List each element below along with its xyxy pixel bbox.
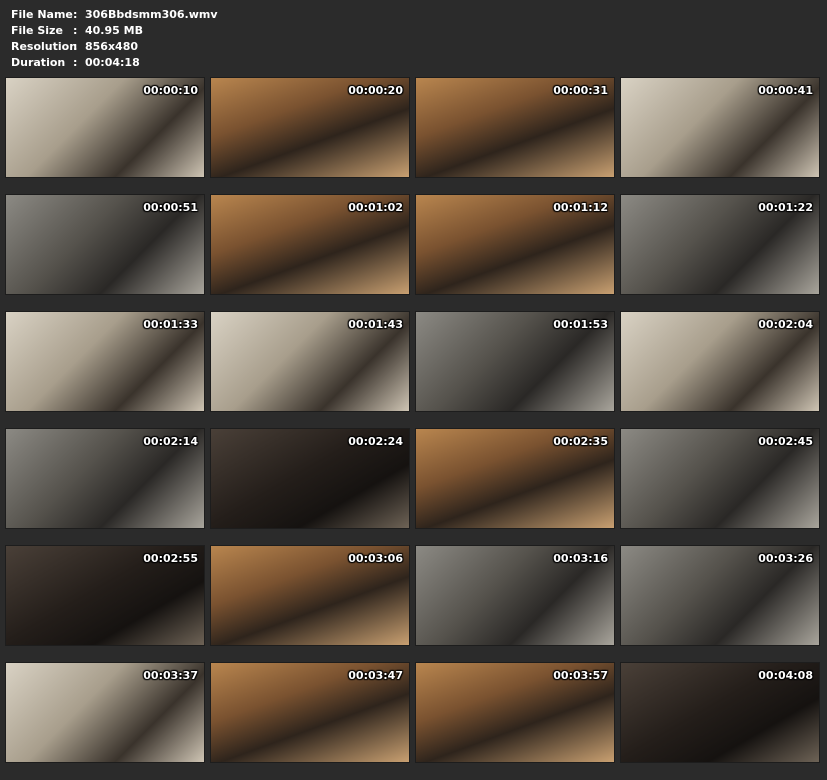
thumbnail-timestamp: 00:02:55	[143, 552, 198, 565]
video-thumbnail[interactable]: 00:04:08	[620, 662, 820, 763]
video-thumbnail[interactable]: 00:02:04	[620, 311, 820, 412]
duration-value: 00:04:18	[85, 56, 140, 69]
thumbnail-timestamp: 00:00:31	[553, 84, 608, 97]
video-thumbnail[interactable]: 00:00:20	[210, 77, 410, 178]
separator: :	[73, 40, 78, 53]
video-thumbnail[interactable]: 00:01:33	[5, 311, 205, 412]
thumbnail-timestamp: 00:01:33	[143, 318, 198, 331]
thumbnail-timestamp: 00:02:24	[348, 435, 403, 448]
file-size-label: File Size	[11, 24, 63, 37]
thumbnail-timestamp: 00:00:20	[348, 84, 403, 97]
thumbnail-timestamp: 00:01:22	[758, 201, 813, 214]
thumbnail-timestamp: 00:02:14	[143, 435, 198, 448]
thumbnail-timestamp: 00:01:53	[553, 318, 608, 331]
file-name-row: File Name : 306Bbdsmm306.wmv	[11, 7, 218, 23]
video-thumbnail[interactable]: 00:01:22	[620, 194, 820, 295]
resolution-row: Resolution : 856x480	[11, 39, 218, 55]
resolution-value: 856x480	[85, 40, 139, 53]
thumbnail-timestamp: 00:03:06	[348, 552, 403, 565]
thumbnail-timestamp: 00:00:51	[143, 201, 198, 214]
video-thumbnail[interactable]: 00:00:41	[620, 77, 820, 178]
resolution-label: Resolution	[11, 40, 78, 53]
video-thumbnail[interactable]: 00:01:53	[415, 311, 615, 412]
file-name-label: File Name	[11, 8, 73, 21]
video-thumbnail[interactable]: 00:00:51	[5, 194, 205, 295]
video-thumbnail[interactable]: 00:03:16	[415, 545, 615, 646]
thumbnail-grid: 00:00:10 00:00:20 00:00:31 00:00:41 00:00:51…	[5, 77, 821, 763]
video-thumbnail[interactable]: 00:03:37	[5, 662, 205, 763]
thumbnail-timestamp: 00:02:45	[758, 435, 813, 448]
video-thumbnail[interactable]: 00:00:10	[5, 77, 205, 178]
thumbnail-timestamp: 00:03:37	[143, 669, 198, 682]
thumbnail-timestamp: 00:01:02	[348, 201, 403, 214]
video-thumbnail[interactable]: 00:00:31	[415, 77, 615, 178]
thumbnail-timestamp: 00:03:47	[348, 669, 403, 682]
video-thumbnail[interactable]: 00:01:43	[210, 311, 410, 412]
video-thumbnail[interactable]: 00:03:26	[620, 545, 820, 646]
thumbnail-timestamp: 00:01:43	[348, 318, 403, 331]
video-thumbnail[interactable]: 00:02:55	[5, 545, 205, 646]
thumbnail-timestamp: 00:02:04	[758, 318, 813, 331]
video-thumbnail[interactable]: 00:03:47	[210, 662, 410, 763]
thumbnail-timestamp: 00:01:12	[553, 201, 608, 214]
thumbnail-timestamp: 00:03:16	[553, 552, 608, 565]
file-size-row: File Size : 40.95 MB	[11, 23, 218, 39]
duration-row: Duration : 00:04:18	[11, 55, 218, 71]
separator: :	[73, 24, 78, 37]
separator: :	[73, 8, 78, 21]
file-name-value: 306Bbdsmm306.wmv	[85, 8, 218, 21]
thumbnail-timestamp: 00:00:41	[758, 84, 813, 97]
duration-label: Duration	[11, 56, 66, 69]
thumbnail-timestamp: 00:02:35	[553, 435, 608, 448]
video-thumbnail[interactable]: 00:02:45	[620, 428, 820, 529]
thumbnail-timestamp: 00:03:26	[758, 552, 813, 565]
video-thumbnail[interactable]: 00:02:35	[415, 428, 615, 529]
video-thumbnail[interactable]: 00:03:57	[415, 662, 615, 763]
video-thumbnail[interactable]: 00:02:24	[210, 428, 410, 529]
video-thumbnail[interactable]: 00:01:02	[210, 194, 410, 295]
thumbnail-timestamp: 00:00:10	[143, 84, 198, 97]
separator: :	[73, 56, 78, 69]
thumbnail-timestamp: 00:03:57	[553, 669, 608, 682]
file-size-value: 40.95 MB	[85, 24, 143, 37]
file-info-panel: File Name : 306Bbdsmm306.wmv File Size :…	[11, 7, 218, 71]
video-thumbnail[interactable]: 00:02:14	[5, 428, 205, 529]
thumbnail-timestamp: 00:04:08	[758, 669, 813, 682]
video-thumbnail[interactable]: 00:03:06	[210, 545, 410, 646]
video-thumbnail[interactable]: 00:01:12	[415, 194, 615, 295]
